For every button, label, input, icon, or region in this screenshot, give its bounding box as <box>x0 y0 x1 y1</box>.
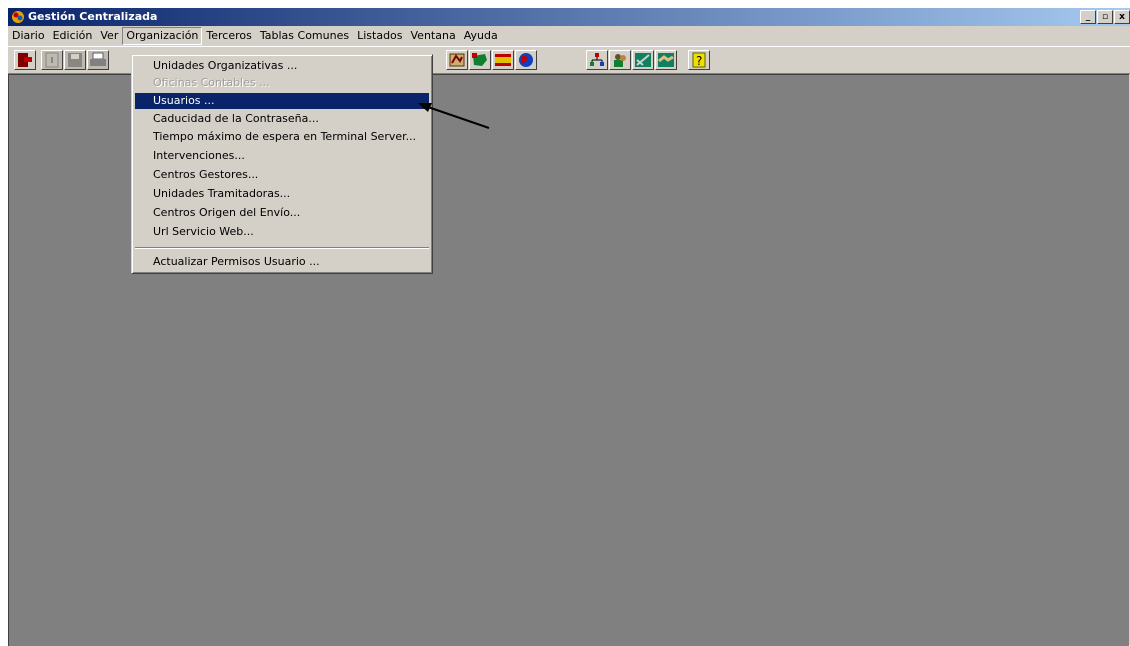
org-chart-icon[interactable] <box>586 50 608 70</box>
title-bar[interactable]: Gestión Centralizada _ ▫ x <box>8 8 1130 26</box>
minimize-button[interactable]: _ <box>1080 10 1096 24</box>
exit-icon[interactable] <box>14 50 36 70</box>
map-icon[interactable] <box>446 50 468 70</box>
menu-item-url-servicio-web[interactable]: Url Servicio Web... <box>135 224 429 240</box>
menu-item-centros-gestores[interactable]: Centros Gestores... <box>135 167 429 183</box>
organizacion-dropdown-menu: Unidades Organizativas ... Oficinas Cont… <box>131 54 433 274</box>
menu-item-oficinas-contables: Oficinas Contables ... <box>153 76 270 89</box>
menu-item-centros-origen-envio[interactable]: Centros Origen del Envío... <box>135 205 429 221</box>
iberia-map-icon[interactable] <box>469 50 491 70</box>
menu-bar: Diario Edición Ver Organización Terceros… <box>8 27 1130 45</box>
menu-ver[interactable]: Ver <box>96 27 122 45</box>
handshake-icon[interactable] <box>655 50 677 70</box>
menu-item-caducidad-contrasena[interactable]: Caducidad de la Contraseña... <box>135 111 429 127</box>
menu-terceros[interactable]: Terceros <box>202 27 255 45</box>
print-icon[interactable] <box>87 50 109 70</box>
menu-item-actualizar-permisos-usuario[interactable]: Actualizar Permisos Usuario ... <box>135 254 429 270</box>
restore-button[interactable]: ▫ <box>1097 10 1113 24</box>
menu-diario[interactable]: Diario <box>8 27 49 45</box>
users-icon[interactable] <box>609 50 631 70</box>
menu-ventana[interactable]: Ventana <box>407 27 460 45</box>
menu-item-tiempo-espera-terminal-server[interactable]: Tiempo máximo de espera en Terminal Serv… <box>135 129 429 145</box>
menu-separator <box>135 247 429 249</box>
menu-organizacion[interactable]: Organización <box>122 27 203 45</box>
svg-text:?: ? <box>696 54 702 68</box>
menu-item-usuarios[interactable]: Usuarios ... <box>135 93 429 109</box>
help-icon[interactable]: ? <box>688 50 710 70</box>
save-icon[interactable] <box>64 50 86 70</box>
close-button[interactable]: x <box>1114 10 1130 24</box>
app-icon <box>12 11 24 23</box>
menu-item-unidades-tramitadoras[interactable]: Unidades Tramitadoras... <box>135 186 429 202</box>
menu-ayuda[interactable]: Ayuda <box>460 27 502 45</box>
menu-edicion[interactable]: Edición <box>49 27 97 45</box>
open-icon[interactable] <box>41 50 63 70</box>
globe-icon[interactable] <box>515 50 537 70</box>
window-title: Gestión Centralizada <box>28 10 158 23</box>
menu-tablas-comunes[interactable]: Tablas Comunes <box>256 27 353 45</box>
window-controls: _ ▫ x <box>1080 10 1130 24</box>
menu-listados[interactable]: Listados <box>353 27 406 45</box>
menu-item-intervenciones[interactable]: Intervenciones... <box>135 148 429 164</box>
tools-icon[interactable] <box>632 50 654 70</box>
menu-item-unidades-organizativas[interactable]: Unidades Organizativas ... <box>135 58 429 74</box>
spain-flag-icon[interactable] <box>492 50 514 70</box>
